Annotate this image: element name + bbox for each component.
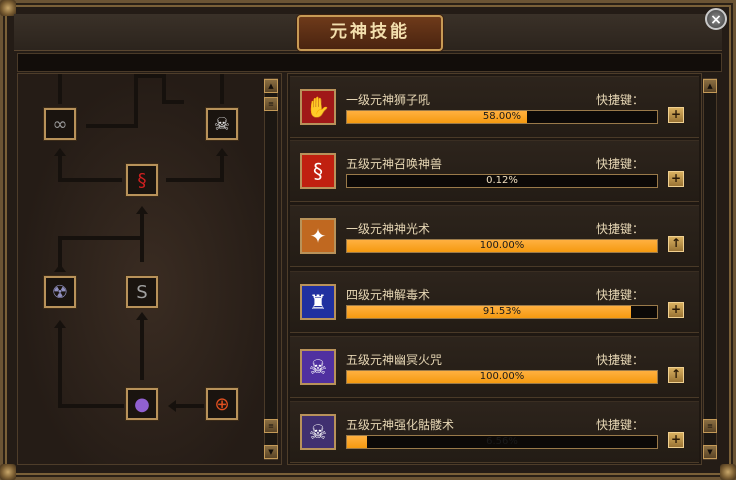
- tree-connector: [220, 152, 224, 182]
- list-scrollbar[interactable]: ▲ ≡ ▼: [703, 78, 717, 460]
- holy-light-icon[interactable]: ✦: [300, 218, 336, 254]
- progress-bar: 0.12%: [346, 174, 658, 188]
- tree-arrow: [216, 148, 228, 156]
- tree-node-dragon[interactable]: §: [126, 164, 158, 196]
- skill-window: 元神技能 × ∞ ☠ § ☢ S ● ⊕ ▲ ≡ ≡ ▼ ✋ 一级元神狮子吼 快…: [0, 0, 736, 480]
- lion-roar-icon[interactable]: ✋: [300, 89, 336, 125]
- scroll-thumb[interactable]: ≡: [703, 419, 717, 433]
- progress-bar: 91.53%: [346, 305, 658, 319]
- tree-connector: [58, 74, 62, 104]
- skill-name: 五级元神召唤神兽: [346, 157, 443, 171]
- skeleton-icon[interactable]: ☠: [300, 414, 336, 450]
- tree-node-skull[interactable]: ☠: [206, 108, 238, 140]
- purple-orb-icon: ●: [134, 393, 150, 415]
- scroll-up-button[interactable]: ▲: [703, 79, 717, 93]
- tree-connector: [164, 100, 184, 104]
- tree-arrow: [136, 312, 148, 320]
- tree-arrow: [168, 400, 176, 412]
- target-icon: ⊕: [214, 393, 230, 415]
- detox-icon[interactable]: ♜: [300, 284, 336, 320]
- scroll-thumb[interactable]: ≡: [264, 97, 278, 111]
- tree-connector: [58, 178, 122, 182]
- scroll-down-button[interactable]: ▼: [703, 445, 717, 459]
- hotkey-label: 快捷键：: [596, 288, 645, 302]
- skill-list: ✋ 一级元神狮子吼 快捷键： 58.00% + § 五级元神召唤神兽 快捷键： …: [287, 73, 702, 465]
- tree-node-purple-orb[interactable]: ●: [126, 388, 158, 420]
- close-button[interactable]: ×: [705, 8, 727, 30]
- add-hotkey-button[interactable]: +: [668, 302, 684, 318]
- chain-icon: ∞: [52, 113, 68, 135]
- tree-node-chain[interactable]: ∞: [44, 108, 76, 140]
- upgrade-button[interactable]: ↑: [668, 367, 684, 383]
- skill-row: § 五级元神召唤神兽 快捷键： 0.12% +: [290, 140, 699, 202]
- tree-connector: [134, 74, 138, 128]
- hotkey-label: 快捷键：: [596, 222, 645, 236]
- tree-node-serpent[interactable]: S: [126, 276, 158, 308]
- tree-arrow: [54, 148, 66, 156]
- add-hotkey-button[interactable]: +: [668, 107, 684, 123]
- dragon-icon: §: [137, 169, 147, 191]
- skill-row: ☠ 五级元神强化骷髅术 快捷键： 6.56% +: [290, 401, 699, 463]
- add-hotkey-button[interactable]: +: [668, 432, 684, 448]
- hotkey-label: 快捷键：: [596, 157, 645, 171]
- tree-connector: [140, 316, 144, 380]
- skull-icon: ☠: [213, 113, 231, 135]
- tree-connector: [166, 178, 224, 182]
- progress-bar: 58.00%: [346, 110, 658, 124]
- tree-connector: [58, 236, 144, 240]
- skill-name: 五级元神幽冥火咒: [346, 353, 443, 367]
- skill-tree-panel: ∞ ☠ § ☢ S ● ⊕: [17, 73, 282, 465]
- tree-scrollbar[interactable]: ▲ ≡ ≡ ▼: [264, 78, 278, 460]
- corner-ornament: [720, 464, 736, 480]
- hotkey-label: 快捷键：: [596, 353, 645, 367]
- progress-bar: 6.56%: [346, 435, 658, 449]
- tree-arrow: [136, 206, 148, 214]
- hotkey-label: 快捷键：: [596, 418, 645, 432]
- header-strip: [17, 53, 722, 72]
- tree-connector: [58, 152, 62, 180]
- serpent-icon: S: [136, 281, 148, 303]
- poison-skull-icon: ☢: [51, 281, 69, 303]
- tree-connector: [86, 124, 136, 128]
- scroll-up-button[interactable]: ▲: [264, 79, 278, 93]
- scroll-down-button[interactable]: ▼: [264, 445, 278, 459]
- tree-connector: [134, 74, 164, 78]
- window-title: 元神技能: [297, 15, 443, 51]
- tree-arrow: [54, 264, 66, 272]
- tree-node-poison-skull[interactable]: ☢: [44, 276, 76, 308]
- progress-bar: 100.00%: [346, 239, 658, 253]
- skill-name: 一级元神狮子吼: [346, 93, 431, 107]
- skill-row: ♜ 四级元神解毒术 快捷键： 91.53% +: [290, 271, 699, 333]
- tree-node-target[interactable]: ⊕: [206, 388, 238, 420]
- corner-ornament: [0, 464, 16, 480]
- tree-connector: [58, 404, 124, 408]
- tree-connector: [58, 328, 62, 408]
- summon-beast-icon[interactable]: §: [300, 153, 336, 189]
- add-hotkey-button[interactable]: +: [668, 171, 684, 187]
- skill-name: 五级元神强化骷髅术: [346, 418, 455, 432]
- nether-fire-icon[interactable]: ☠: [300, 349, 336, 385]
- skill-row: ☠ 五级元神幽冥火咒 快捷键： 100.00% ↑: [290, 336, 699, 398]
- hotkey-label: 快捷键：: [596, 93, 645, 107]
- skill-name: 四级元神解毒术: [346, 288, 431, 302]
- skill-name: 一级元神神光术: [346, 222, 431, 236]
- skill-row: ✋ 一级元神狮子吼 快捷键： 58.00% +: [290, 76, 699, 138]
- tree-arrow: [54, 320, 66, 328]
- progress-bar: 100.00%: [346, 370, 658, 384]
- skill-row: ✦ 一级元神神光术 快捷键： 100.00% ↑: [290, 205, 699, 267]
- tree-connector: [220, 74, 224, 104]
- tree-connector: [174, 404, 204, 408]
- upgrade-button[interactable]: ↑: [668, 236, 684, 252]
- scroll-thumb[interactable]: ≡: [264, 419, 278, 433]
